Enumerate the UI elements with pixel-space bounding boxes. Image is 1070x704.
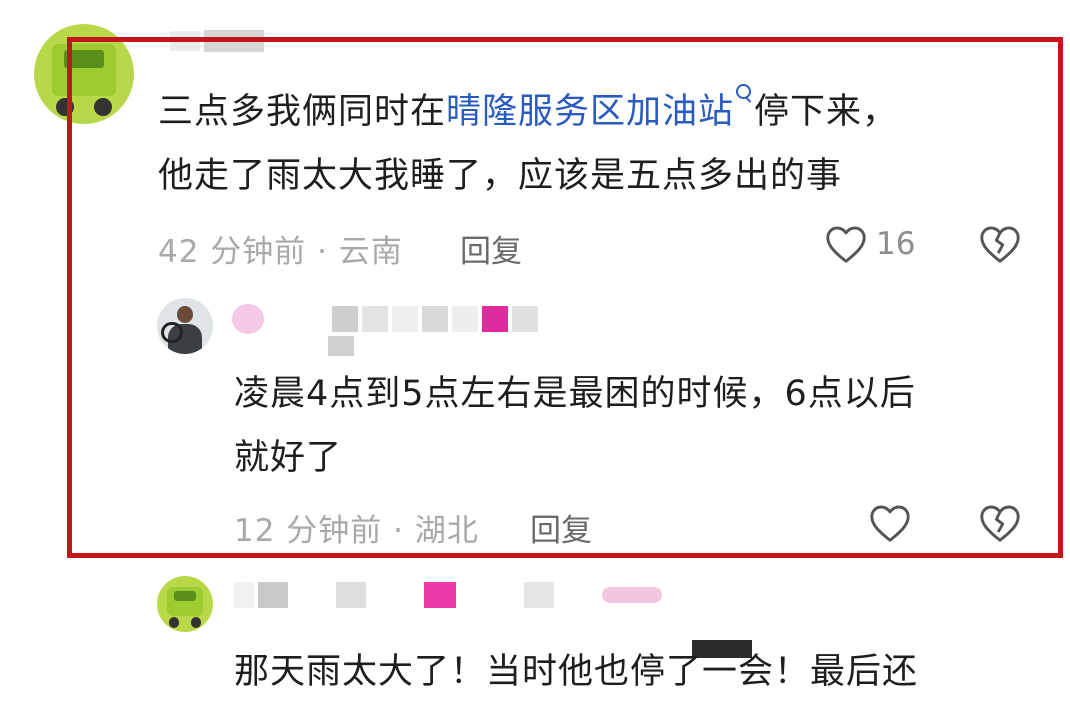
username-redacted[interactable] [234,582,662,608]
mosaic-block [524,582,554,608]
avatar-truck-wheel [169,617,180,628]
comment-2-text-line1: 那天雨太大了！当时他也停了一会！最后还 [234,652,919,692]
highlight-frame [67,37,1063,558]
mosaic-block [292,582,332,608]
mosaic-block [558,582,598,608]
mosaic-block [234,582,254,608]
mosaic-block [460,582,520,608]
avatar-user-truck[interactable] [157,576,213,632]
avatar-truck-window [173,590,197,601]
mosaic-block [336,582,366,608]
mosaic-block [258,582,288,608]
mosaic-block [424,582,456,608]
mosaic-block [370,582,420,608]
comment-2-text: 那天雨太大了！当时他也停了一会！最后还 [234,640,918,704]
mosaic-block [602,587,662,603]
avatar-truck-wheel [190,617,201,628]
